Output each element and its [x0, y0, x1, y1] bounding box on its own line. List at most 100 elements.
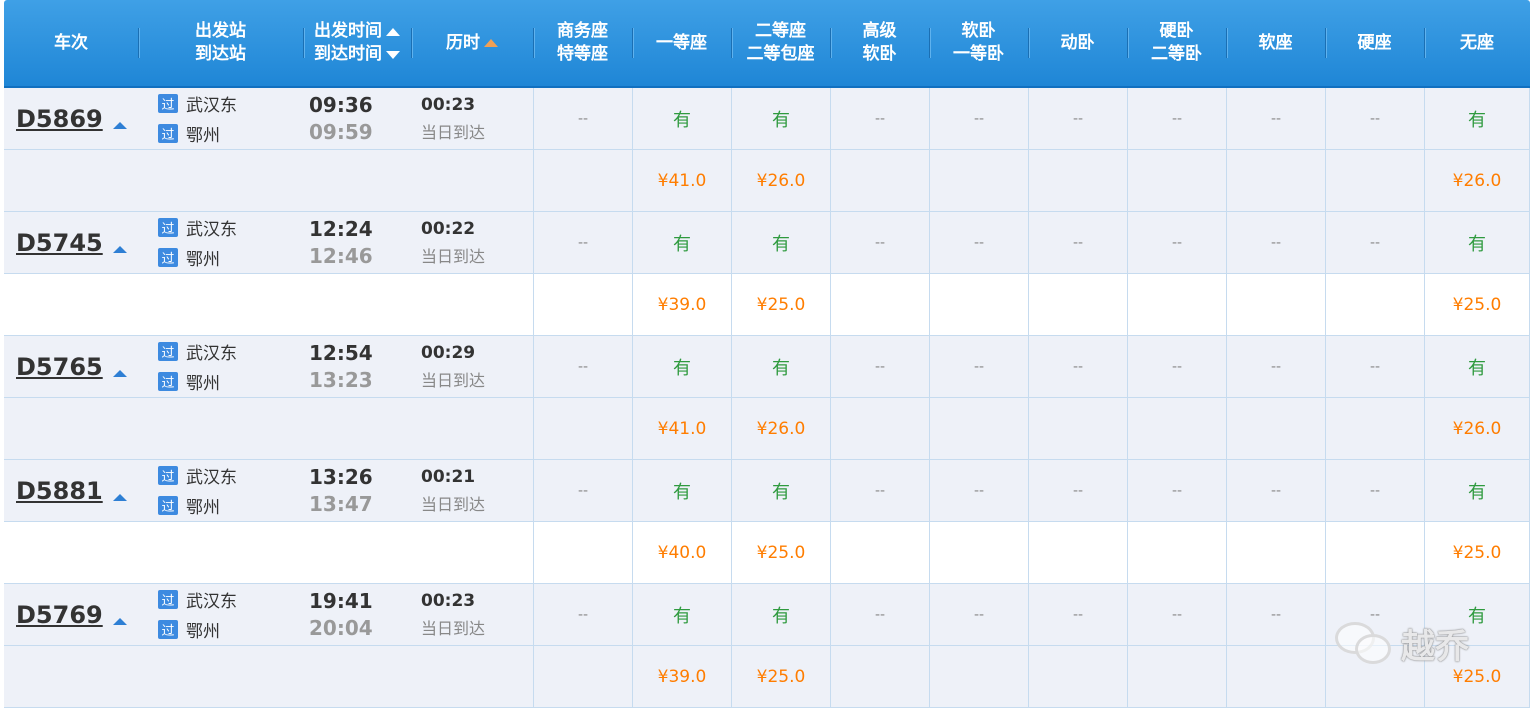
pass-through-badge: 过 — [158, 590, 178, 609]
table-row: D5881 过武汉东 过鄂州 13:26 13:47 00:21 当日到达 -- 有… — [4, 460, 1530, 522]
seat-price: ¥25.0 — [1424, 274, 1530, 335]
seat-availability: -- — [1127, 212, 1226, 273]
expand-stops-icon[interactable] — [112, 494, 127, 501]
seat-availability[interactable]: 有 — [731, 460, 830, 521]
price-value: ¥25.0 — [1452, 294, 1502, 315]
train-code-link[interactable]: D5869 — [16, 105, 103, 133]
seat-status: -- — [973, 606, 985, 623]
seat-availability[interactable]: 有 — [1424, 460, 1530, 521]
stations-cell: 过武汉东 过鄂州 — [138, 212, 303, 273]
train-code-link[interactable]: D5745 — [16, 229, 103, 257]
seat-availability[interactable]: 有 — [1424, 336, 1530, 397]
price-row: ¥40.0 ¥25.0 ¥25.0 — [4, 522, 1530, 584]
header-soft-seat: 软座 — [1226, 0, 1325, 86]
seat-status: -- — [1171, 358, 1183, 375]
sort-asc-icon[interactable] — [386, 27, 400, 36]
seat-status: -- — [1270, 482, 1282, 499]
seat-price — [1226, 150, 1325, 211]
seat-status: -- — [1171, 110, 1183, 127]
seat-status: -- — [874, 482, 886, 499]
seat-status: 有 — [673, 109, 691, 131]
seat-availability[interactable]: 有 — [632, 212, 731, 273]
price-value: ¥41.0 — [657, 170, 707, 191]
seat-availability: -- — [1325, 336, 1424, 397]
header-business: 商务座 特等座 — [533, 0, 632, 86]
header-times[interactable]: 出发时间 到达时间 — [303, 0, 411, 86]
duration: 00:29 — [421, 342, 476, 363]
seat-status: -- — [1369, 482, 1381, 499]
price-value: ¥41.0 — [657, 418, 707, 439]
seat-price — [929, 398, 1028, 459]
stations-cell: 过武汉东 过鄂州 — [138, 460, 303, 521]
pass-through-badge: 过 — [158, 94, 178, 113]
seat-availability: -- — [533, 212, 632, 273]
train-cell: D5769 — [4, 584, 138, 645]
to-station: 鄂州 — [186, 126, 220, 146]
header-train: 车次 — [54, 32, 88, 53]
train-code-link[interactable]: D5769 — [16, 601, 103, 629]
seat-availability: -- — [929, 584, 1028, 645]
price-value: ¥26.0 — [1452, 418, 1502, 439]
seat-availability[interactable]: 有 — [632, 336, 731, 397]
seat-price: ¥39.0 — [632, 274, 731, 335]
arrival-time: 13:47 — [309, 492, 373, 516]
seat-price — [1127, 150, 1226, 211]
train-code-link[interactable]: D5765 — [16, 353, 103, 381]
seat-status: 有 — [1468, 605, 1486, 627]
times-cell: 12:24 12:46 — [303, 212, 411, 273]
train-cell: D5881 — [4, 460, 138, 521]
expand-stops-icon[interactable] — [112, 246, 127, 253]
pass-through-badge: 过 — [158, 496, 178, 515]
pass-through-badge: 过 — [158, 124, 178, 143]
seat-availability: -- — [1325, 88, 1424, 149]
seat-price — [1028, 646, 1127, 707]
seat-status: 有 — [772, 481, 790, 503]
stations-cell: 过武汉东 过鄂州 — [138, 584, 303, 645]
seat-price — [1226, 274, 1325, 335]
pass-through-badge: 过 — [158, 248, 178, 267]
seat-price — [1325, 398, 1424, 459]
seat-price — [1226, 646, 1325, 707]
to-station: 鄂州 — [186, 498, 220, 518]
seat-availability: -- — [1226, 584, 1325, 645]
seat-price: ¥40.0 — [632, 522, 731, 583]
arrive-note: 当日到达 — [421, 370, 486, 390]
seat-price — [533, 150, 632, 211]
seat-price: ¥25.0 — [731, 522, 830, 583]
from-station: 武汉东 — [186, 592, 237, 612]
pass-through-badge: 过 — [158, 620, 178, 639]
table-row: D5869 过武汉东 过鄂州 09:36 09:59 00:23 当日到达 -- 有… — [4, 88, 1530, 150]
seat-availability[interactable]: 有 — [731, 584, 830, 645]
expand-stops-icon[interactable] — [112, 122, 127, 129]
to-station: 鄂州 — [186, 374, 220, 394]
header-duration[interactable]: 历时 — [411, 0, 533, 86]
train-code-link[interactable]: D5881 — [16, 477, 103, 505]
watermark: 越乔 — [1335, 618, 1469, 668]
seat-status: -- — [1072, 606, 1084, 623]
seat-status: -- — [1369, 110, 1381, 127]
seat-availability[interactable]: 有 — [1424, 212, 1530, 273]
seat-status: 有 — [1468, 481, 1486, 503]
seat-price — [1127, 646, 1226, 707]
seat-availability[interactable]: 有 — [731, 212, 830, 273]
seat-availability[interactable]: 有 — [731, 88, 830, 149]
seat-availability: -- — [1226, 88, 1325, 149]
seat-availability[interactable]: 有 — [632, 584, 731, 645]
seat-status: -- — [874, 606, 886, 623]
seat-price — [929, 646, 1028, 707]
seat-price — [533, 398, 632, 459]
seat-availability: -- — [830, 212, 929, 273]
seat-status: 有 — [772, 605, 790, 627]
seat-availability[interactable]: 有 — [632, 88, 731, 149]
seat-price — [830, 150, 929, 211]
seat-availability[interactable]: 有 — [1424, 88, 1530, 149]
seat-price — [1127, 274, 1226, 335]
seat-availability: -- — [929, 212, 1028, 273]
expand-stops-icon[interactable] — [112, 618, 127, 625]
sort-desc-icon[interactable] — [386, 50, 400, 59]
sort-asc-icon[interactable] — [484, 39, 498, 47]
expand-stops-icon[interactable] — [112, 370, 127, 377]
seat-availability[interactable]: 有 — [731, 336, 830, 397]
seat-availability[interactable]: 有 — [632, 460, 731, 521]
seat-status: -- — [973, 234, 985, 251]
